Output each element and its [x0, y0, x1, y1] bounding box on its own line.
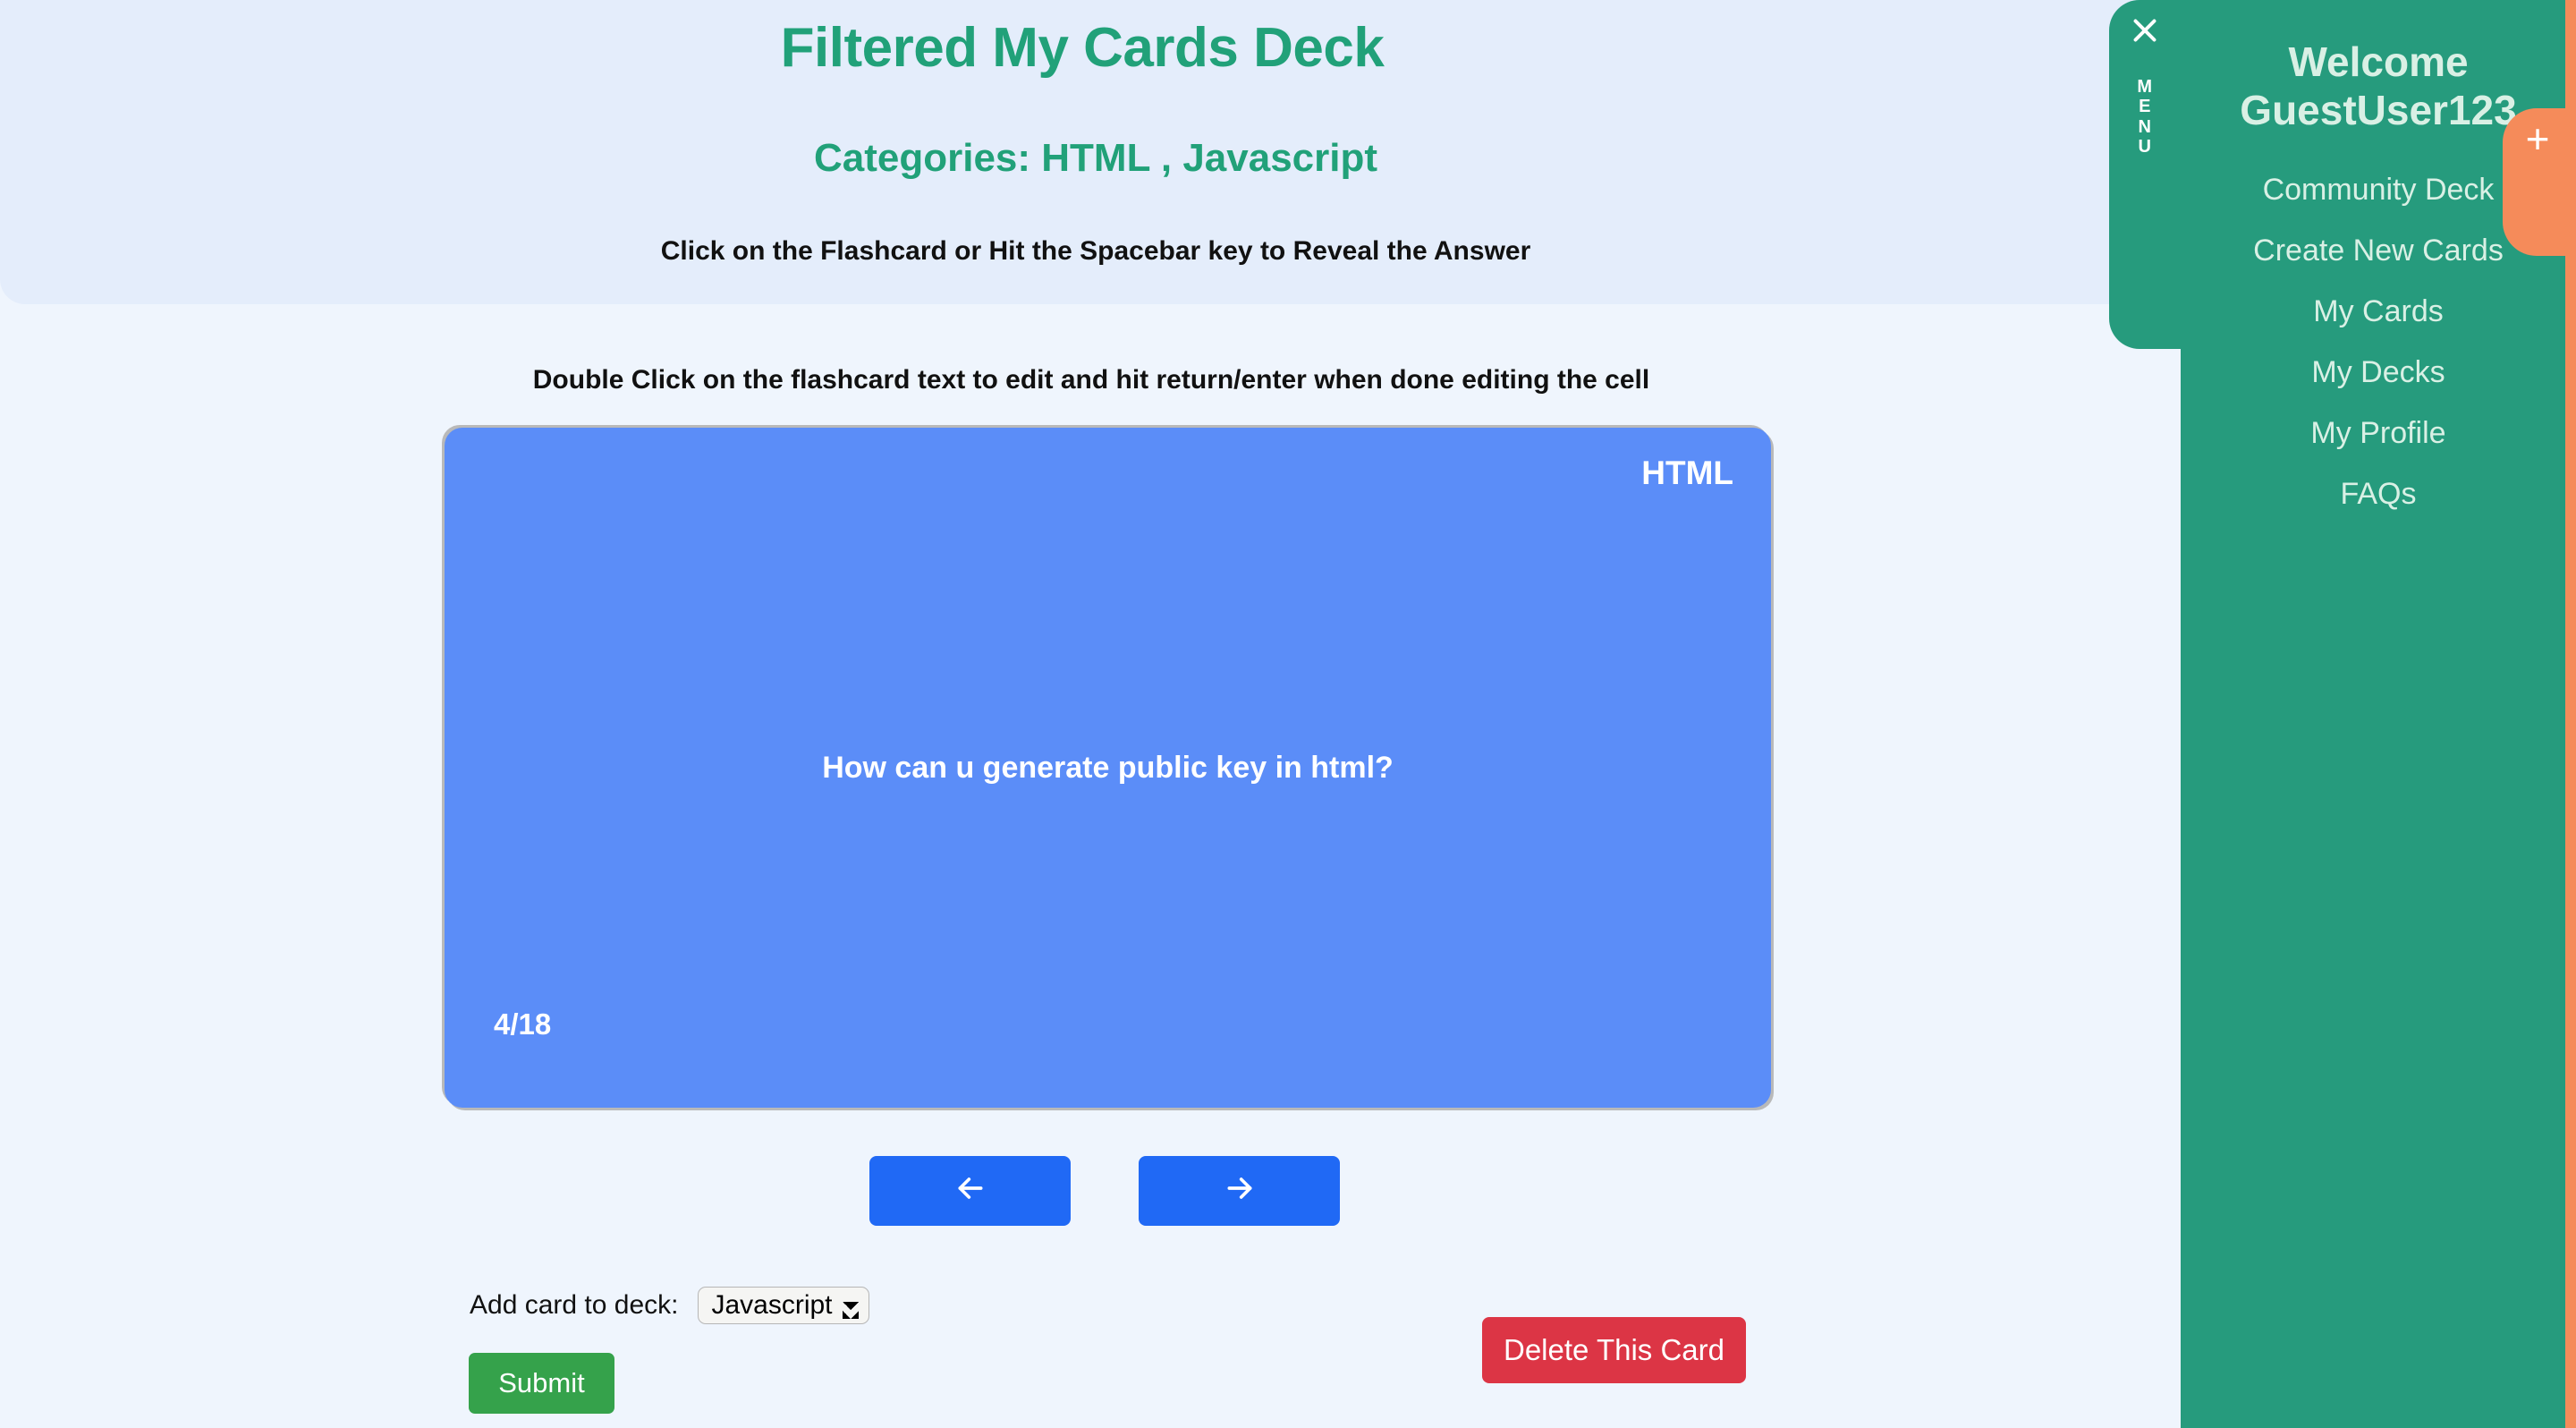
menu-letter: N — [2138, 116, 2152, 137]
arrow-left-icon — [951, 1170, 990, 1212]
reveal-instruction-text: Click on the Flashcard or Hit the Spaceb… — [660, 236, 1531, 266]
page-root: Filtered My Cards Deck Categories: HTML … — [0, 0, 2576, 1428]
sidebar-item-my-profile[interactable]: My Profile — [2181, 403, 2576, 463]
flashcard[interactable]: HTML How can u generate public key in ht… — [445, 428, 1771, 1108]
next-card-button[interactable] — [1139, 1156, 1340, 1226]
menu-toggle-tab[interactable]: M E N U — [2109, 0, 2181, 349]
edit-instruction-text: Double Click on the flashcard text to ed… — [532, 365, 1650, 395]
page-title: Filtered My Cards Deck — [780, 17, 1385, 79]
plus-icon: + — [2525, 115, 2550, 162]
sidebar-item-label: My Decks — [2311, 354, 2445, 389]
delete-card-button[interactable]: Delete This Card — [1482, 1317, 1746, 1383]
menu-letter: U — [2138, 137, 2152, 157]
sidebar-item-label: FAQs — [2340, 476, 2417, 511]
menu-letter: E — [2139, 97, 2151, 117]
add-to-deck-label: Add card to deck: — [470, 1290, 679, 1320]
right-edge-strip — [2565, 0, 2576, 1428]
sidebar-item-faqs[interactable]: FAQs — [2181, 463, 2576, 524]
submit-button[interactable]: Submit — [469, 1353, 614, 1414]
sidebar-item-label: Create New Cards — [2253, 233, 2504, 268]
menu-letter: M — [2137, 77, 2153, 97]
deck-select[interactable]: Javascript — [698, 1287, 870, 1324]
sidebar-item-my-decks[interactable]: My Decks — [2181, 342, 2576, 403]
sidebar-item-label: My Cards — [2313, 293, 2444, 328]
flashcard-counter: 4/18 — [494, 1007, 552, 1041]
sidebar-item-label: Community Deck — [2262, 172, 2495, 207]
close-x-icon[interactable] — [2129, 14, 2161, 47]
categories-line: Categories: HTML , Javascript — [813, 136, 1378, 180]
flashcard-question-text[interactable]: How can u generate public key in html? — [445, 428, 1771, 1108]
previous-card-button[interactable] — [869, 1156, 1071, 1226]
menu-vertical-label: M E N U — [2137, 77, 2152, 157]
sidebar-item-my-cards[interactable]: My Cards — [2181, 281, 2576, 342]
arrow-right-icon — [1220, 1170, 1259, 1212]
sidebar-item-label: My Profile — [2310, 415, 2446, 450]
add-to-deck-row: Add card to deck: Javascript — [470, 1287, 870, 1324]
